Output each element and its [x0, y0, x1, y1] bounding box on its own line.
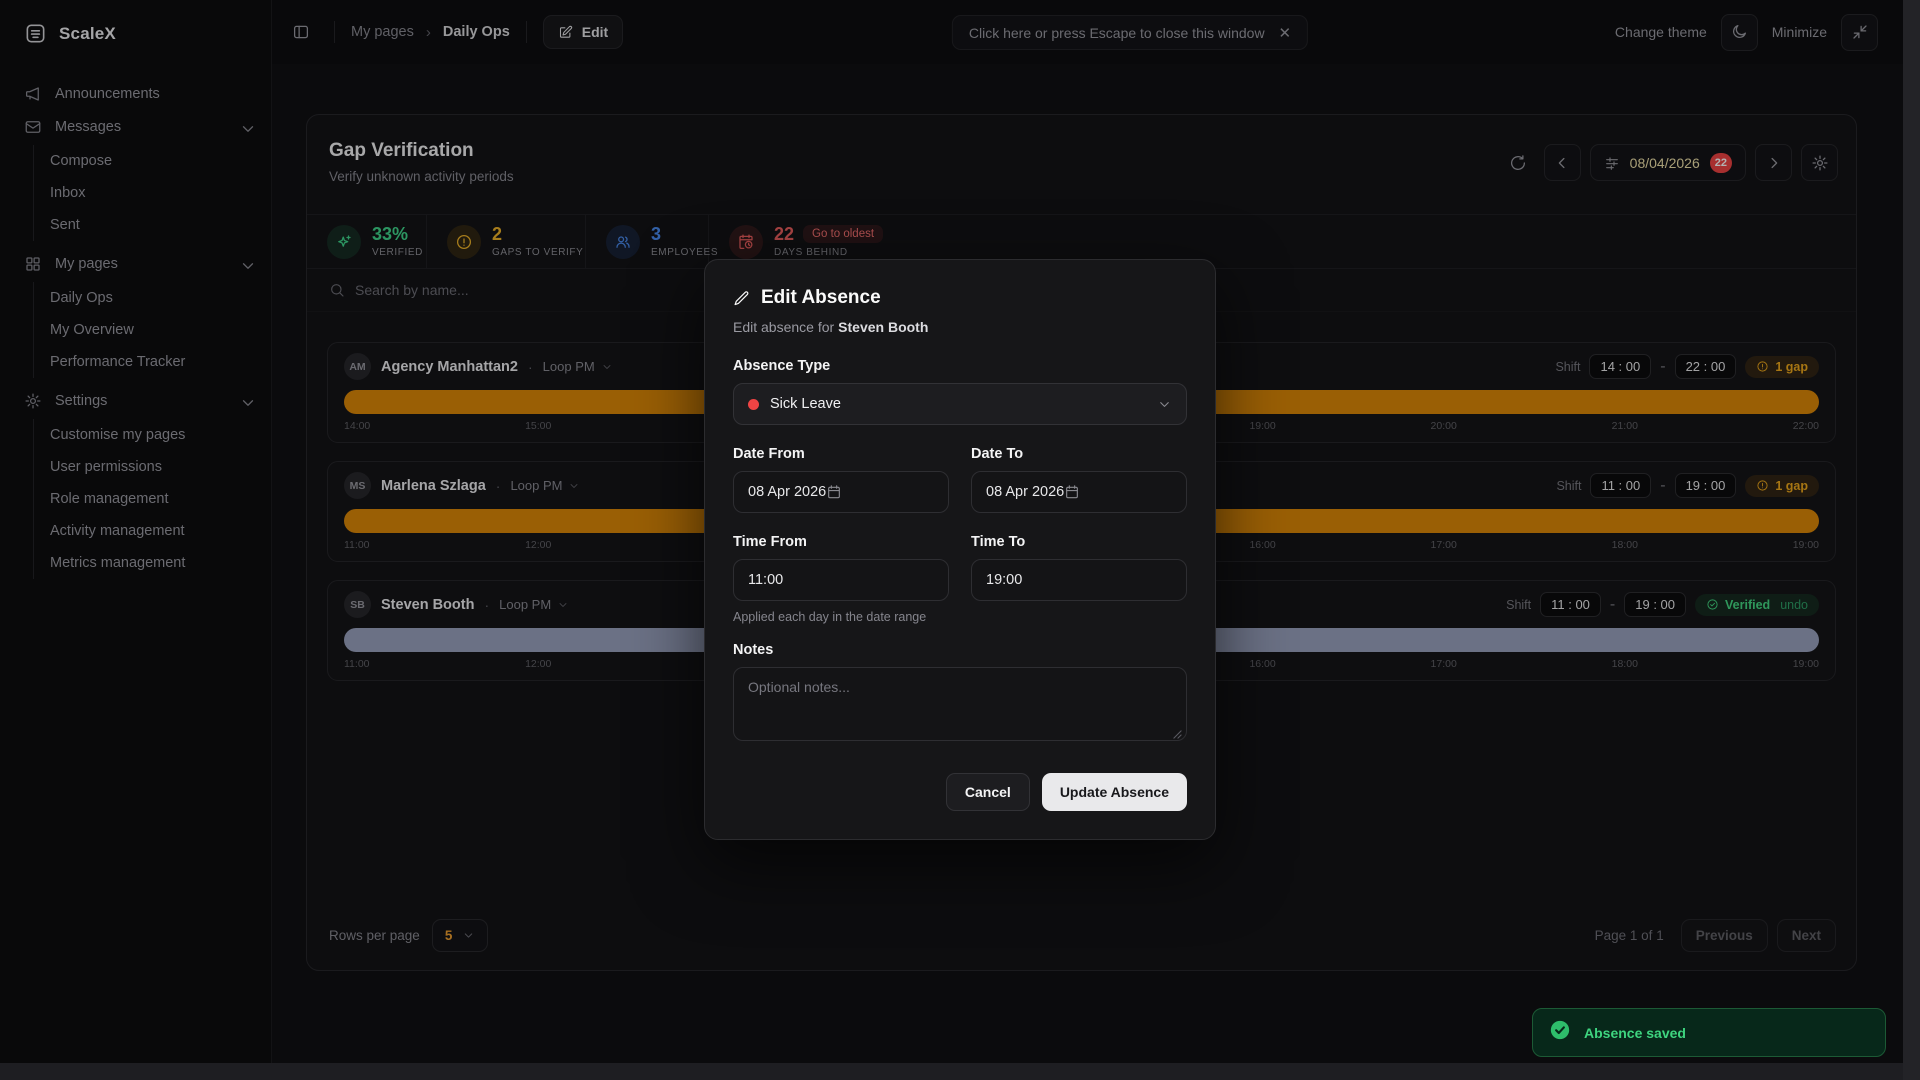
date-from-label: Date From: [733, 446, 949, 462]
notes-textarea[interactable]: [733, 667, 1187, 741]
toast-message: Absence saved: [1584, 1025, 1686, 1041]
cancel-button[interactable]: Cancel: [946, 773, 1030, 811]
date-from-input[interactable]: 08 Apr 2026: [733, 471, 949, 513]
pencil-icon: [733, 290, 750, 307]
time-to-input[interactable]: [971, 559, 1187, 601]
absence-type-select[interactable]: Sick Leave: [733, 383, 1187, 425]
modal-title: Edit Absence: [733, 287, 1187, 309]
app-screen: ScaleX Announcements Messages Compose In…: [0, 0, 1920, 1080]
absence-type-value: Sick Leave: [770, 396, 841, 412]
date-to-input[interactable]: 08 Apr 2026: [971, 471, 1187, 513]
time-helper-text: Applied each day in the date range: [733, 610, 1187, 624]
update-absence-button[interactable]: Update Absence: [1042, 773, 1187, 811]
chevron-down-icon: [1157, 397, 1172, 412]
time-from-label: Time From: [733, 534, 949, 550]
edit-absence-modal: Edit Absence Edit absence forSteven Boot…: [704, 259, 1216, 840]
toast-notification: Absence saved: [1532, 1008, 1886, 1057]
absence-type-label: Absence Type: [733, 358, 1187, 374]
calendar-icon: [826, 484, 842, 500]
modal-subtitle: Edit absence forSteven Booth: [733, 319, 1187, 335]
absence-type-color-dot: [748, 399, 759, 410]
time-from-input[interactable]: [733, 559, 949, 601]
calendar-icon: [1064, 484, 1080, 500]
notes-label: Notes: [733, 642, 1187, 658]
success-check-icon: [1549, 1019, 1571, 1046]
time-to-label: Time To: [971, 534, 1187, 550]
employee-name: Steven Booth: [838, 319, 928, 335]
date-to-label: Date To: [971, 446, 1187, 462]
